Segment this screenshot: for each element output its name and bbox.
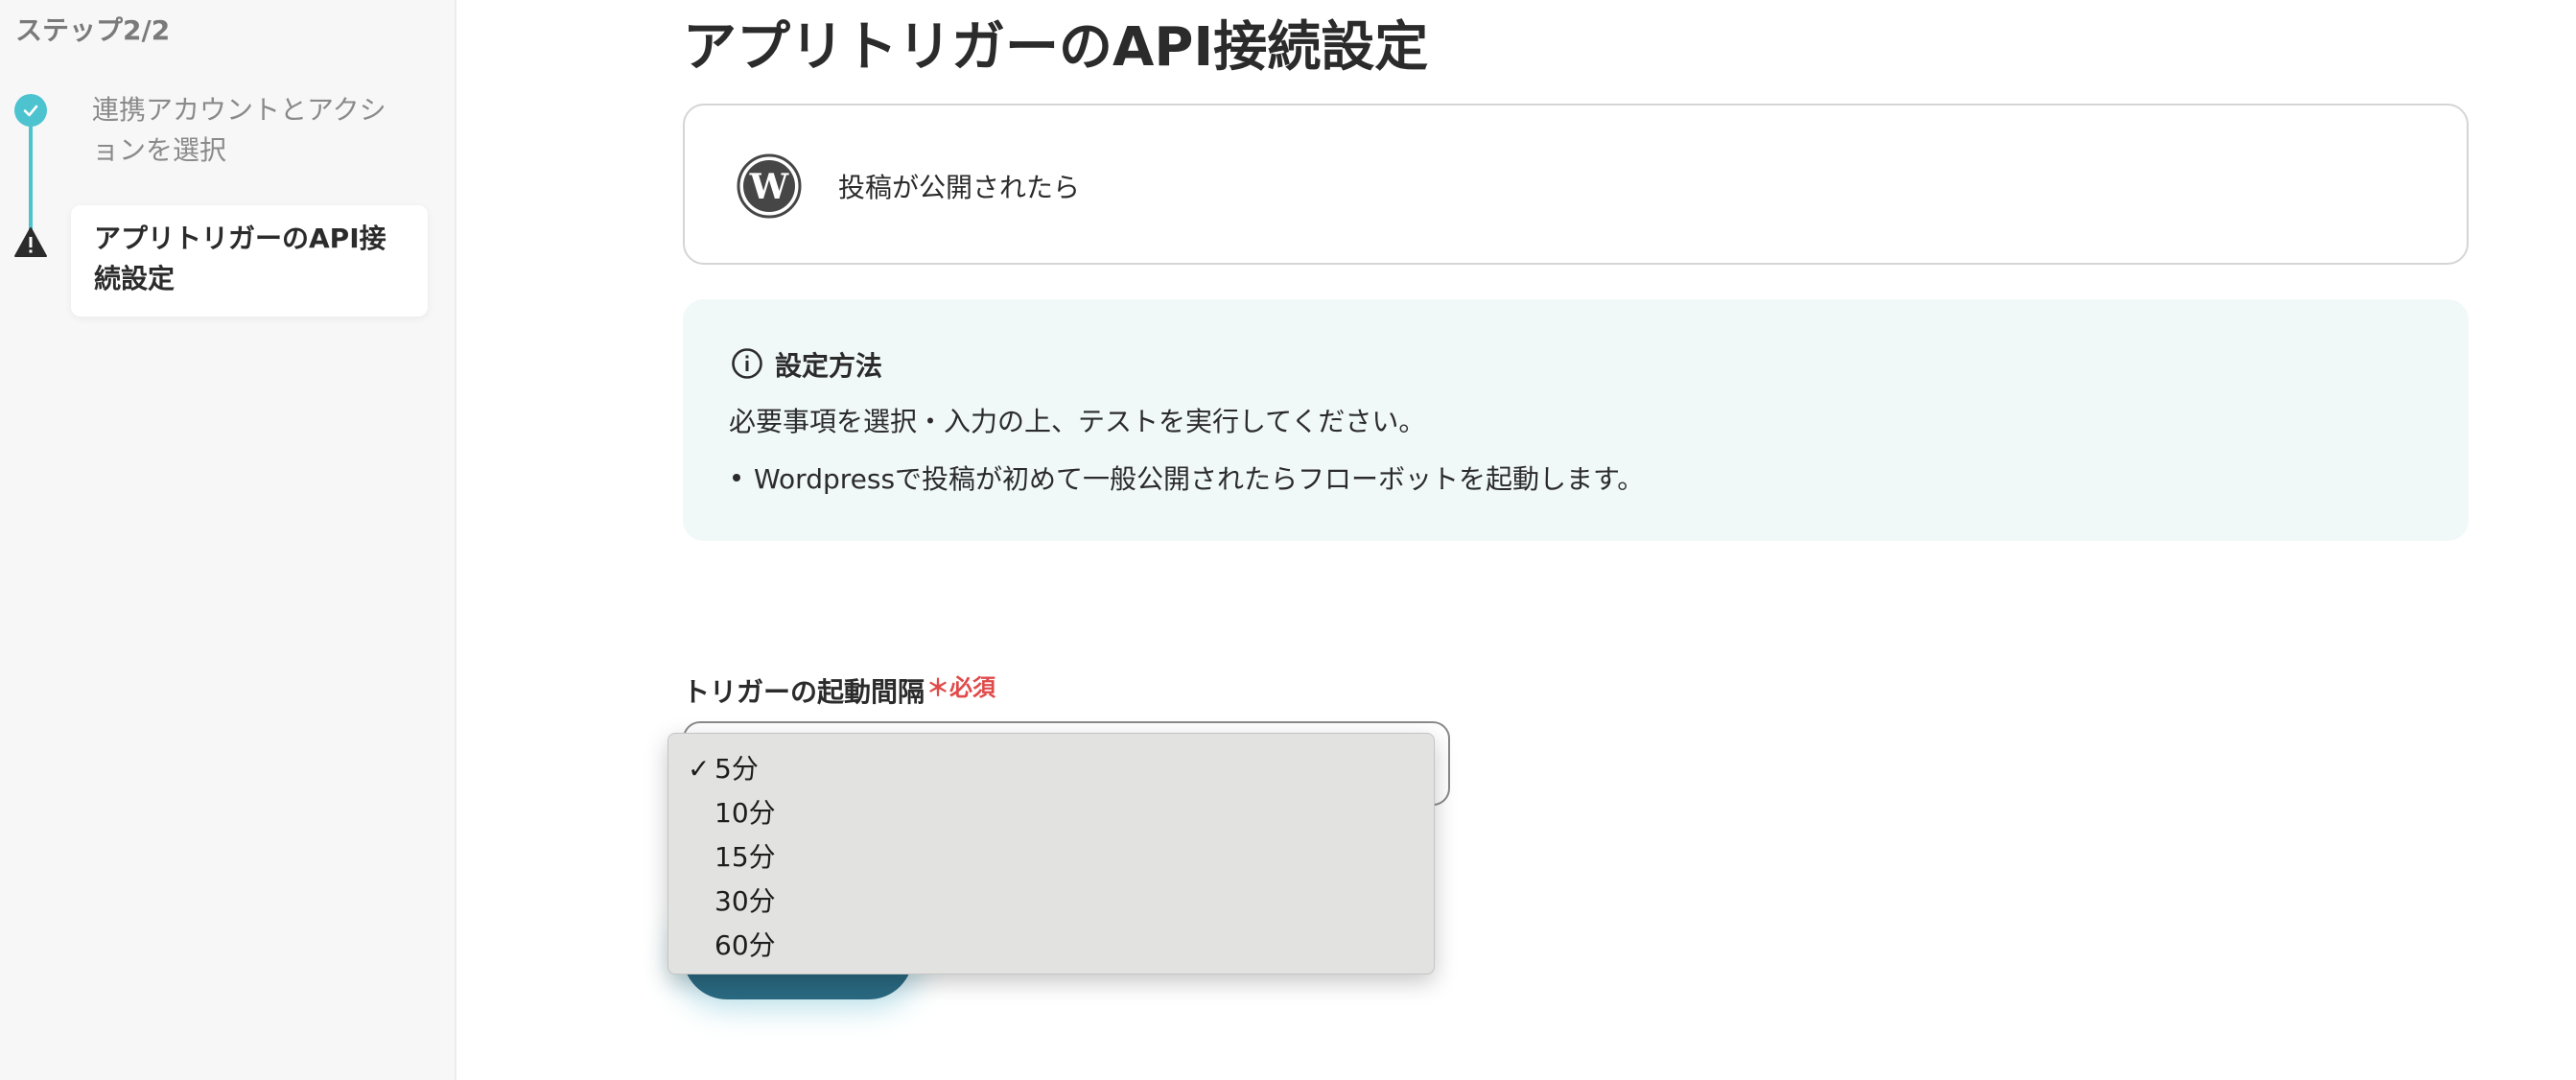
info-icon	[731, 347, 763, 380]
option-label: 60分	[714, 929, 776, 961]
dropdown-option-30min[interactable]: 30分	[668, 880, 1434, 924]
check-icon: ✓	[688, 753, 711, 785]
option-label: 30分	[714, 885, 776, 917]
sidebar: ステップ2/2 連携アカウントとアクションを選択 アプリトリガーのAPI接続設定	[0, 0, 457, 1080]
app-trigger-card: W 投稿が公開されたら	[683, 104, 2469, 265]
warning-icon	[13, 226, 48, 259]
wordpress-icon: W	[737, 153, 802, 219]
bullet-dot	[733, 474, 740, 481]
interval-dropdown-menu[interactable]: ✓ 5分 10分 15分 30分 60分	[667, 733, 1435, 974]
dropdown-option-15min[interactable]: 15分	[668, 835, 1434, 880]
dropdown-option-10min[interactable]: 10分	[668, 791, 1434, 835]
dropdown-option-60min[interactable]: 60分	[668, 924, 1434, 968]
sidebar-step-api-settings[interactable]: アプリトリガーのAPI接続設定	[71, 205, 428, 317]
info-title: 設定方法	[775, 350, 883, 382]
info-box: 設定方法 必要事項を選択・入力の上、テストを実行してください。 Wordpres…	[683, 299, 2469, 541]
svg-text:W: W	[749, 167, 789, 207]
step-progress-line	[29, 107, 33, 240]
option-label: 5分	[714, 753, 759, 785]
check-icon	[14, 94, 47, 127]
page-title: アプリトリガーのAPI接続設定	[683, 16, 1429, 79]
trigger-interval-label: トリガーの起動間隔	[683, 676, 925, 708]
option-label: 15分	[714, 841, 776, 873]
info-text: 必要事項を選択・入力の上、テストを実行してください。	[729, 406, 1426, 437]
option-label: 10分	[714, 797, 776, 829]
sidebar-step-select-account[interactable]: 連携アカウントとアクションを選択	[92, 90, 409, 171]
step-counter: ステップ2/2	[15, 14, 171, 46]
sidebar-step-label: アプリトリガーのAPI接続設定	[94, 223, 386, 294]
dropdown-option-5min[interactable]: ✓ 5分	[668, 747, 1434, 791]
required-badge: ＊必須	[926, 674, 995, 701]
trigger-action-label: 投稿が公開されたら	[838, 172, 1081, 203]
info-bullet: Wordpressで投稿が初めて一般公開されたらフローボットを起動します。	[754, 463, 1645, 495]
